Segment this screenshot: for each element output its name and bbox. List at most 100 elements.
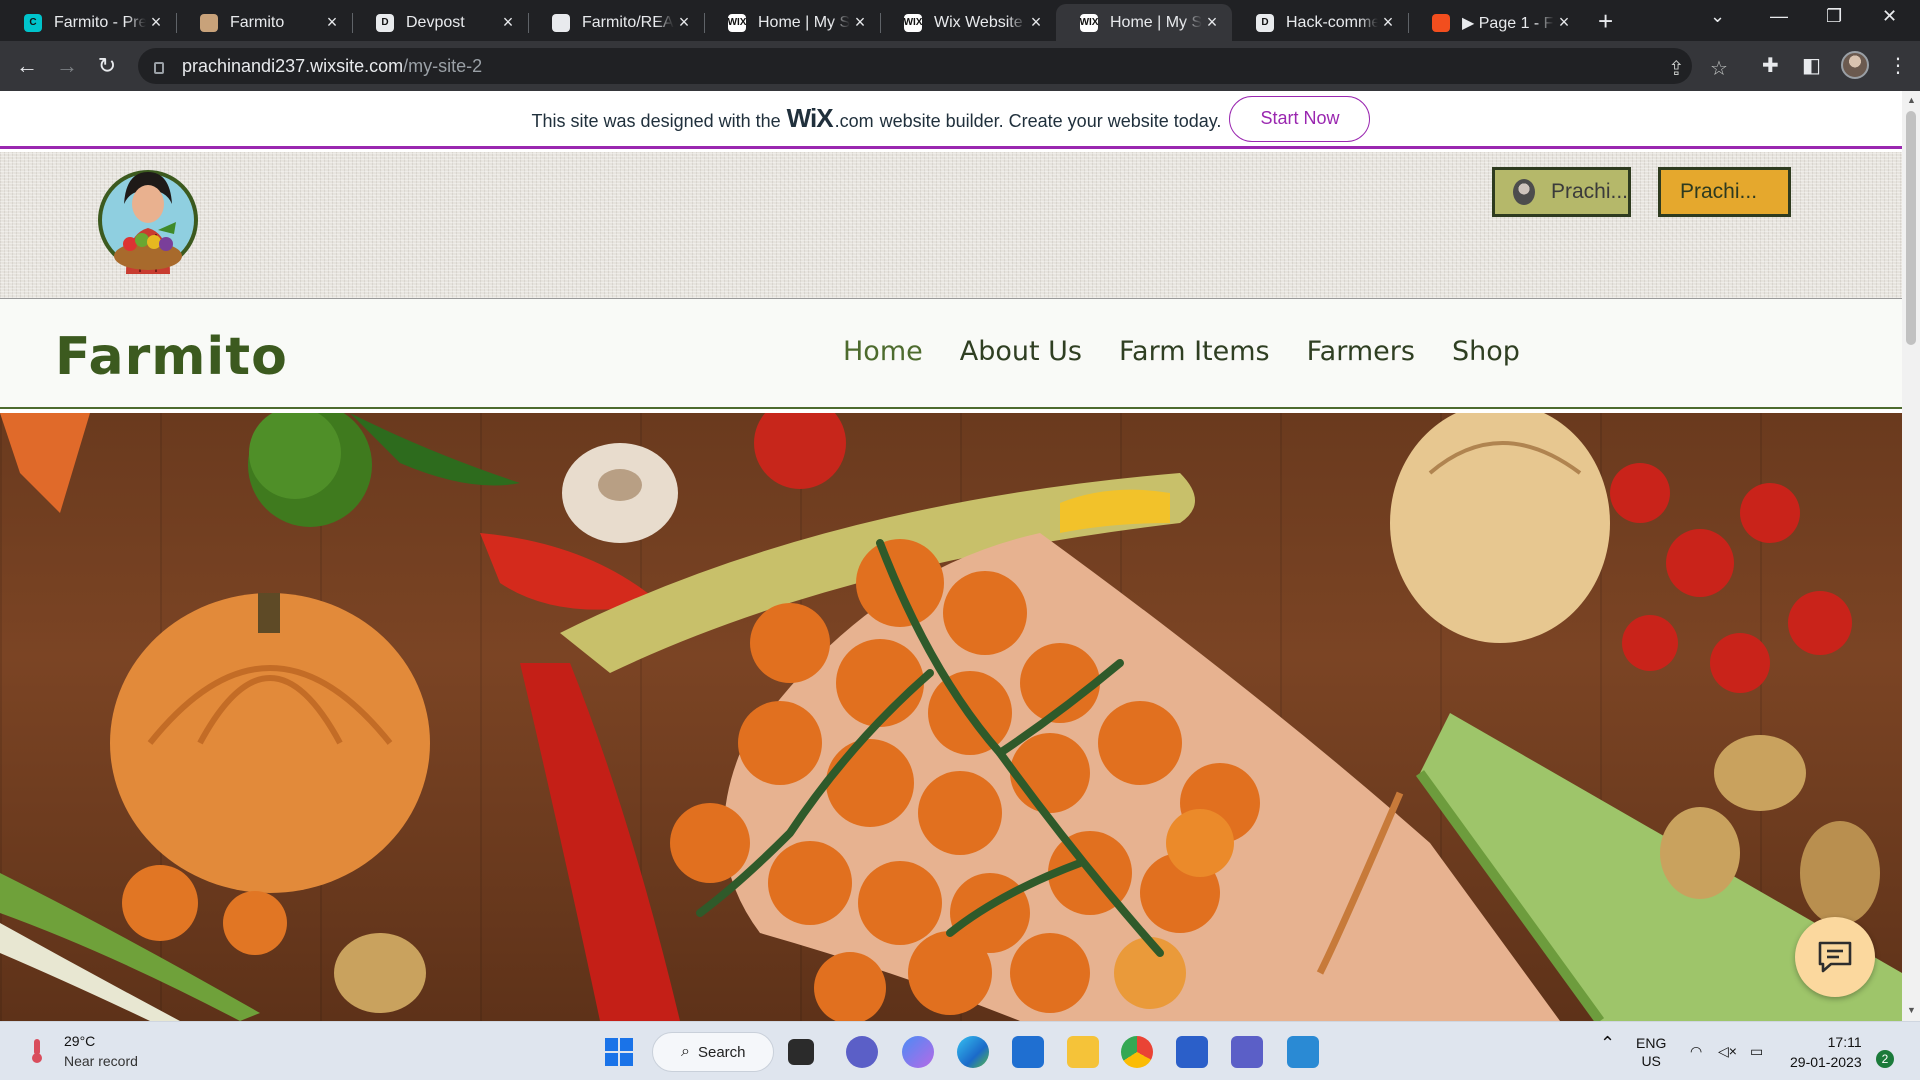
- edge-icon[interactable]: [957, 1036, 989, 1068]
- profile-avatar[interactable]: [1841, 51, 1869, 79]
- close-tab-icon[interactable]: ×: [1554, 12, 1574, 33]
- language-indicator[interactable]: ENG US: [1636, 1034, 1666, 1070]
- share-icon[interactable]: ⇪: [1668, 56, 1685, 81]
- address-bar[interactable]: prachinandi237.wixsite.com/my-site-2 ⇪ ☆: [138, 48, 1728, 84]
- search-icon: ⌕: [681, 1043, 690, 1060]
- weather-condition[interactable]: Near record: [64, 1053, 138, 1069]
- banner-text-after: website builder. Create your website tod…: [879, 111, 1222, 131]
- lock-icon[interactable]: [154, 62, 164, 74]
- forward-icon[interactable]: →: [52, 51, 82, 81]
- browser-tab-title: Home | My Site: [1110, 13, 1202, 31]
- browser-tab-title: Farmito - Presentation: [54, 13, 146, 31]
- restore-icon[interactable]: ❐: [1826, 6, 1842, 27]
- close-tab-icon[interactable]: ×: [498, 12, 518, 33]
- vegetables-illustration: [0, 413, 1902, 1021]
- windows-start-icon[interactable]: [603, 1036, 635, 1068]
- browser-tab[interactable]: Farmito ×: [176, 4, 352, 41]
- bookmark-star-icon[interactable]: ☆: [1710, 56, 1728, 81]
- clock-date: 29-01-2023: [1790, 1054, 1862, 1070]
- taskbar-clock[interactable]: 17:11 29-01-2023: [1790, 1032, 1862, 1072]
- member-profile-button[interactable]: Prachi...: [1492, 167, 1631, 217]
- tray-overflow-icon[interactable]: ⌃: [1600, 1034, 1615, 1052]
- site-header: Prachi... Prachi...: [0, 152, 1902, 299]
- devpost-icon: D: [1256, 13, 1274, 32]
- extensions-icon[interactable]: ✚: [1762, 53, 1779, 78]
- farmer-logo[interactable]: [96, 164, 200, 284]
- hero-vegetables-image: [0, 413, 1902, 1021]
- image-icon: [200, 13, 218, 32]
- region-code: US: [1641, 1053, 1661, 1069]
- copilot-icon[interactable]: [902, 1036, 934, 1068]
- close-tab-icon[interactable]: ×: [146, 12, 166, 33]
- browser-tab[interactable]: Farmito/README×: [528, 4, 704, 41]
- minimize-icon[interactable]: —: [1770, 6, 1788, 27]
- browser-tab[interactable]: D Devpost ×: [352, 4, 528, 41]
- tab-separator: [880, 13, 881, 33]
- close-window-icon[interactable]: ✕: [1882, 6, 1897, 27]
- nav-item-farmers[interactable]: Farmers: [1307, 336, 1415, 367]
- close-tab-icon[interactable]: ×: [1026, 12, 1046, 33]
- chrome-icon[interactable]: [1121, 1036, 1153, 1068]
- side-panel-icon[interactable]: ◧: [1802, 53, 1821, 78]
- new-tab-button[interactable]: +: [1598, 6, 1613, 37]
- teams-chat-icon[interactable]: [846, 1036, 878, 1068]
- member-menu-label: Prachi...: [1680, 180, 1758, 203]
- member-menu-button[interactable]: Prachi...: [1658, 167, 1791, 217]
- nav-item-farm-items[interactable]: Farm Items: [1119, 336, 1270, 367]
- mail-icon[interactable]: [1012, 1036, 1044, 1068]
- wix-domain: .com: [834, 111, 874, 131]
- close-tab-icon[interactable]: ×: [850, 12, 870, 33]
- vscode-icon[interactable]: [1287, 1036, 1319, 1068]
- tab-separator: [1408, 13, 1409, 33]
- browser-tab[interactable]: WIX Wix Website Editor×: [880, 4, 1056, 41]
- battery-icon[interactable]: ▭: [1750, 1042, 1763, 1060]
- nav-item-home[interactable]: Home: [843, 336, 923, 367]
- tab-separator: [704, 13, 705, 33]
- menu-kebab-icon[interactable]: ⋮: [1888, 53, 1908, 78]
- close-tab-icon[interactable]: ×: [1378, 12, 1398, 33]
- browser-tab[interactable]: ▶ Page 1 - Farmito×: [1408, 4, 1584, 41]
- scrollbar-thumb[interactable]: [1906, 111, 1916, 345]
- back-icon[interactable]: ←: [12, 51, 42, 81]
- wix-icon: WIX: [728, 13, 746, 32]
- task-view-icon[interactable]: [788, 1039, 814, 1065]
- close-tab-icon[interactable]: ×: [322, 12, 342, 33]
- wix-promo-banner: This site was designed with the WiX .com…: [0, 91, 1902, 149]
- start-now-button[interactable]: Start Now: [1229, 95, 1371, 142]
- scroll-down-icon[interactable]: ▼: [1907, 1005, 1916, 1015]
- taskbar-search[interactable]: ⌕ Search: [652, 1032, 774, 1072]
- store-icon[interactable]: [1176, 1036, 1208, 1068]
- close-tab-icon[interactable]: ×: [674, 12, 694, 33]
- volume-muted-icon[interactable]: ◁×: [1718, 1042, 1737, 1060]
- nav-item-shop[interactable]: Shop: [1452, 336, 1520, 367]
- browser-tab[interactable]: C Farmito - Presentation×: [0, 4, 176, 41]
- scroll-up-icon[interactable]: ▲: [1907, 95, 1916, 105]
- main-menu: Home About Us Farm Items Farmers Shop: [843, 336, 1557, 367]
- banner-text-before: This site was designed with the: [531, 111, 781, 131]
- browser-toolbar: ← → ↻ prachinandi237.wixsite.com/my-site…: [0, 41, 1920, 91]
- close-tab-icon[interactable]: ×: [1202, 12, 1222, 33]
- weather-temperature[interactable]: 29°C: [64, 1033, 95, 1049]
- devpost-icon: D: [376, 13, 394, 32]
- language-code: ENG: [1636, 1035, 1667, 1051]
- nav-item-about-us[interactable]: About Us: [960, 336, 1082, 367]
- browser-tab[interactable]: D Hack-commerce×: [1232, 4, 1408, 41]
- thermometer-icon[interactable]: [28, 1038, 46, 1064]
- page-scrollbar[interactable]: ▲ ▼: [1902, 91, 1920, 1021]
- file-explorer-icon[interactable]: [1067, 1036, 1099, 1068]
- wix-icon: WIX: [1080, 13, 1098, 32]
- browser-tab[interactable]: WIX Home | My Site×: [1056, 4, 1232, 41]
- chat-button[interactable]: [1795, 917, 1875, 997]
- notification-badge[interactable]: 2: [1876, 1050, 1894, 1068]
- browser-tab-title: Home | My Site: [758, 13, 850, 31]
- site-navigation: Farmito Home About Us Farm Items Farmers…: [0, 299, 1902, 409]
- wifi-icon[interactable]: ◠: [1690, 1042, 1702, 1060]
- browser-tab-title: Farmito/README: [582, 13, 674, 31]
- teams-icon[interactable]: [1231, 1036, 1263, 1068]
- site-brand-title[interactable]: Farmito: [55, 327, 288, 387]
- browser-tab[interactable]: WIX Home | My Site×: [704, 4, 880, 41]
- tab-search-icon[interactable]: ⌄: [1710, 6, 1725, 27]
- taskbar-search-label: Search: [697, 1043, 746, 1061]
- browser-tab-strip: + ⌄ — ❐ ✕ CFarmito - Presentation×Farmit…: [0, 0, 1920, 41]
- reload-icon[interactable]: ↻: [92, 51, 122, 81]
